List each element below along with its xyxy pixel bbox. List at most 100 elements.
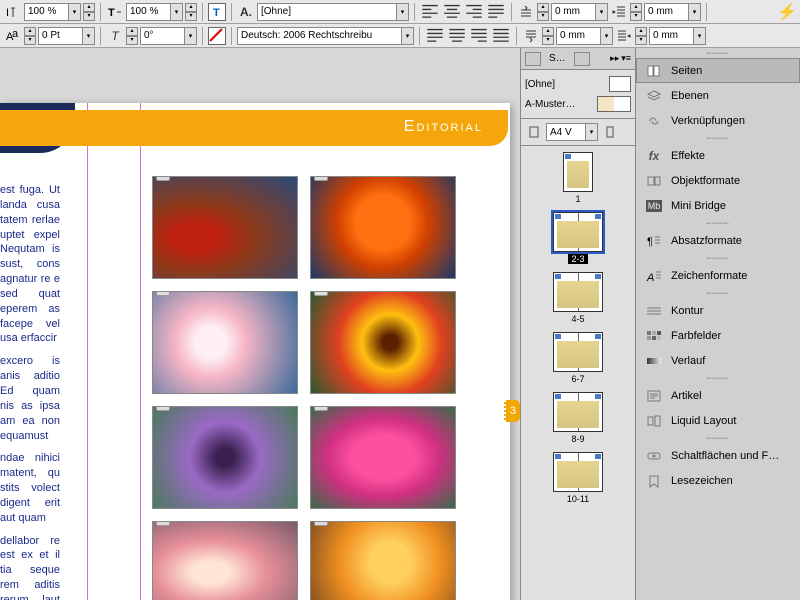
panel-item-fx[interactable]: fxEffekte [636,143,800,168]
master-thumb[interactable] [597,96,631,112]
master-row[interactable]: [Ohne] [525,74,631,94]
align-center-button[interactable] [442,3,462,21]
page-thumb[interactable]: 1 [563,152,593,204]
page-size-field[interactable]: ▾ [546,123,598,141]
panel-item-label: Schaltflächen und F… [671,450,791,462]
align-justify-button[interactable] [486,3,506,21]
text-color-icon[interactable]: T [208,3,226,21]
image-frame[interactable] [152,521,298,600]
bookmarks-icon [645,473,663,489]
panel-tab-pages[interactable]: S… [545,51,570,66]
stepper[interactable]: ▴▾ [537,3,549,21]
image-frame[interactable] [152,176,298,279]
space-after-icon [522,27,540,45]
image-frame[interactable] [310,521,456,600]
links-icon [645,113,663,129]
panel-item-links[interactable]: Verknüpfungen [636,108,800,133]
panel-tab-icon[interactable] [574,52,590,66]
body-text-frame[interactable]: est fuga. Ut landa cusa tatem rerlae upt… [0,183,60,600]
image-frame[interactable] [152,291,298,394]
panel-menu-icon[interactable]: ▾≡ [621,53,631,64]
stepper[interactable]: ▴▾ [185,3,197,21]
stepper[interactable]: ▴▾ [542,27,554,45]
panel-item-layers[interactable]: Ebenen [636,83,800,108]
master-row[interactable]: A-Muster… [525,94,631,114]
space-after-field[interactable]: ▾ [556,27,613,45]
skew-field[interactable]: ▾ [140,27,197,45]
panel-item-label: Verknüpfungen [671,115,791,127]
no-fill-icon[interactable] [208,27,226,45]
horizontal-scale-field[interactable]: ▾ [126,3,183,21]
justify-all-button[interactable] [491,27,511,45]
svg-text:A: A [646,272,654,283]
image-frame[interactable] [310,406,456,509]
panel-item-articles[interactable]: Artikel [636,383,800,408]
justify-all-center-button[interactable] [447,27,467,45]
panel-item-label: Mini Bridge [671,200,791,212]
image-frame[interactable] [152,406,298,509]
orientation-icon[interactable] [601,123,619,141]
panel-grip[interactable]: ┉┉┉┉ [636,373,800,383]
panel-item-swatches[interactable]: Farbfelder [636,323,800,348]
panel-grip[interactable]: ┉┉┉┉ [636,288,800,298]
image-frame[interactable] [310,291,456,394]
panel-item-pages[interactable]: Seiten [636,58,800,83]
page-thumb[interactable]: 8-9 [553,392,603,444]
liquid-layout-icon [645,413,663,429]
page-thumb[interactable]: 10-11 [553,452,603,504]
panel-item-liquid-layout[interactable]: Liquid Layout [636,408,800,433]
quick-apply-icon[interactable]: ⚡ [778,3,796,21]
char-style-field[interactable]: ▾ [257,3,409,21]
panel-item-bookmarks[interactable]: Lesezeichen [636,468,800,493]
svg-text:T: T [108,7,115,19]
panel-item-label: Farbfelder [671,330,791,342]
stepper[interactable]: ▴▾ [635,27,647,45]
page-thumb[interactable]: 2-3 [553,212,603,264]
page-thumb[interactable]: 4-5 [553,272,603,324]
pages-icon [645,63,663,79]
stepper[interactable]: ▴▾ [24,27,36,45]
indent-right-field[interactable]: ▾ [649,27,706,45]
svg-text:a: a [12,29,19,40]
master-label: [Ohne] [525,79,605,90]
align-left-button[interactable] [420,3,440,21]
panel-grip[interactable]: ┉┉┉┉ [636,253,800,263]
panel-tab-icon[interactable] [525,52,541,66]
justify-all-left-button[interactable] [425,27,445,45]
horizontal-scale-icon: T [106,3,124,21]
indent-right-icon [615,27,633,45]
panel-item-label: Seiten [671,65,791,77]
baseline-field[interactable]: ▾ [38,27,95,45]
panel-grip[interactable]: ┉┉┉┉ [636,218,800,228]
panel-item-label: Effekte [671,150,791,162]
space-before-field[interactable]: ▾ [551,3,608,21]
collapse-icon[interactable]: ▸▸ [610,53,619,64]
align-right-button[interactable] [464,3,484,21]
panel-item-mini-bridge[interactable]: Mb Mini Bridge [636,193,800,218]
justify-all-right-button[interactable] [469,27,489,45]
vertical-scale-field[interactable]: ▾ [24,3,81,21]
mini-bridge-icon: Mb [645,198,663,214]
panel-item-char-styles[interactable]: AZeichenformate [636,263,800,288]
articles-icon [645,388,663,404]
panel-item-object-styles[interactable]: Objektformate [636,168,800,193]
indent-left-field[interactable]: ▾ [644,3,701,21]
language-field[interactable]: ▾ [237,27,414,45]
page-thumb[interactable]: 6-7 [553,332,603,384]
panel-item-paragraph-styles[interactable]: ¶Absatzformate [636,228,800,253]
stepper[interactable]: ▴▾ [630,3,642,21]
panel-grip[interactable]: ┉┉┉┉ [636,433,800,443]
panel-item-gradient[interactable]: Verlauf [636,348,800,373]
panel-grip[interactable]: ┉┉┉┉ [636,133,800,143]
stepper[interactable]: ▴▾ [83,3,95,21]
panel-item-stroke[interactable]: Kontur [636,298,800,323]
stroke-icon [645,303,663,319]
page-tool-icon[interactable] [525,123,543,141]
master-thumb[interactable] [609,76,631,92]
char-style-icon: A. [237,3,255,21]
panel-item-buttons[interactable]: Schaltflächen und F… [636,443,800,468]
stepper[interactable]: ▴▾ [126,27,138,45]
document-canvas[interactable]: Editorial 3 est fuga. Ut landa cusa tate… [0,48,520,600]
panel-grip[interactable]: ┉┉┉┉ [636,48,800,58]
image-frame[interactable] [310,176,456,279]
